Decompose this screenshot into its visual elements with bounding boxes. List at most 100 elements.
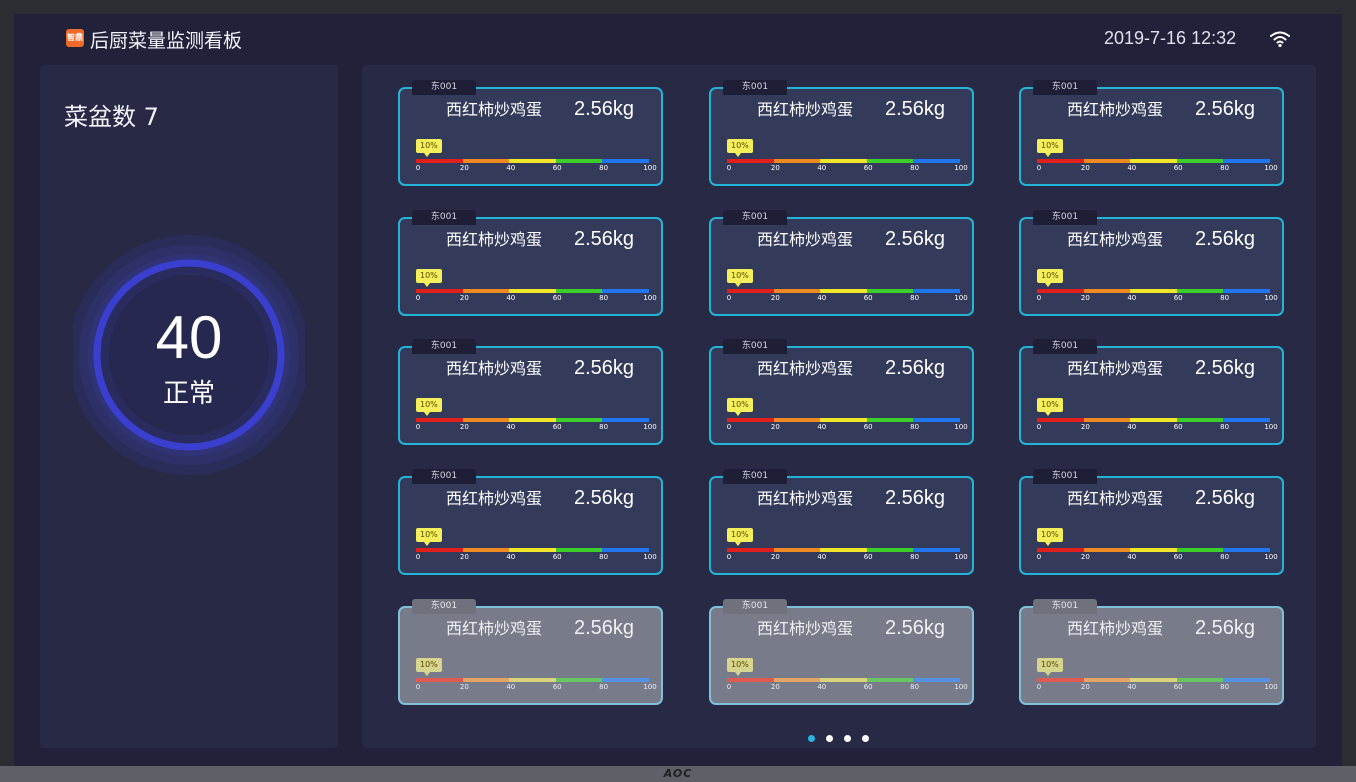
percent-marker: 10% (416, 528, 442, 546)
percent-marker: 10% (416, 269, 442, 287)
datetime: 2019-7-16 12:32 (1104, 28, 1237, 48)
percent-marker: 10% (1037, 139, 1063, 157)
dish-weight: 2.56kg (574, 228, 635, 250)
basin-card[interactable]: 东001 西红柿炒鸡蛋 2.56kg 10% 0 20 40 60 80 100 (709, 210, 974, 316)
pagination-dot[interactable] (808, 735, 815, 742)
basin-card[interactable]: 东001 西红柿炒鸡蛋 2.56kg 10% 0 20 40 60 80 100 (398, 210, 663, 316)
level-scale-bar (1037, 678, 1270, 682)
percent-marker: 10% (416, 139, 442, 157)
scale-tick-label: 80 (599, 553, 609, 561)
basin-card[interactable]: 东001 西红柿炒鸡蛋 2.56kg 10% 0 20 40 60 80 100 (709, 469, 974, 575)
dish-name: 西红柿炒鸡蛋 (446, 230, 543, 249)
dish-name: 西红柿炒鸡蛋 (1067, 489, 1164, 508)
scale-tick-label: 20 (459, 423, 469, 431)
scale-tick-label: 40 (817, 683, 827, 691)
scale-tick-label: 40 (817, 423, 827, 431)
basin-card[interactable]: 东001 西红柿炒鸡蛋 2.56kg 10% 0 20 40 60 80 100 (1019, 469, 1284, 575)
scale-tick-label: 20 (770, 294, 780, 302)
basin-tag: 东001 (412, 210, 476, 225)
scale-tick-label: 60 (863, 553, 873, 561)
basin-tag: 东001 (723, 599, 787, 614)
gauge-value: 40 (155, 304, 223, 371)
basin-card[interactable]: 东001 西红柿炒鸡蛋 2.56kg 10% 0 20 40 60 80 100 (398, 339, 663, 445)
level-scale-bar (727, 548, 960, 552)
basin-card[interactable]: 东001 西红柿炒鸡蛋 2.56kg 10% 0 20 40 60 80 100 (1019, 599, 1284, 705)
dish-weight: 2.56kg (1195, 228, 1256, 250)
basin-card[interactable]: 东001 西红柿炒鸡蛋 2.56kg 10% 0 20 40 60 80 100 (1019, 210, 1284, 316)
scale-tick-label: 60 (552, 683, 562, 691)
basin-tag: 东001 (1033, 339, 1097, 354)
dish-weight: 2.56kg (885, 98, 946, 120)
scale-tick-label: 100 (954, 683, 968, 691)
dish-weight: 2.56kg (1195, 357, 1256, 379)
basin-tag: 东001 (1033, 210, 1097, 225)
dish-weight: 2.56kg (885, 228, 946, 250)
basin-card[interactable]: 东001 西红柿炒鸡蛋 2.56kg 10% 0 20 40 60 80 100 (1019, 339, 1284, 445)
scale-tick-label: 100 (643, 164, 657, 172)
dish-name: 西红柿炒鸡蛋 (1067, 359, 1164, 378)
basin-card[interactable]: 东001 西红柿炒鸡蛋 2.56kg 10% 0 20 40 60 80 100 (398, 469, 663, 575)
basin-card[interactable]: 东001 西红柿炒鸡蛋 2.56kg 10% 0 20 40 60 80 100 (709, 80, 974, 186)
basin-tag: 东001 (412, 599, 476, 614)
dish-name: 西红柿炒鸡蛋 (446, 100, 543, 119)
basin-card[interactable]: 东001 西红柿炒鸡蛋 2.56kg 10% 0 20 40 60 80 100 (709, 599, 974, 705)
level-scale-bar (727, 289, 960, 293)
dish-weight: 2.56kg (885, 357, 946, 379)
scale-tick-label: 20 (459, 553, 469, 561)
scale-tick-label: 0 (1036, 683, 1042, 691)
percent-marker: 10% (727, 528, 753, 546)
summary-panel: 菜盆数 7 40 正常 (40, 65, 338, 748)
scale-tick-label: 80 (1220, 164, 1230, 172)
scale-tick-label: 0 (726, 683, 732, 691)
scale-tick-label: 60 (552, 294, 562, 302)
scale-tick-label: 80 (599, 164, 609, 172)
pagination-dot[interactable] (844, 735, 851, 742)
basin-tag: 东001 (723, 210, 787, 225)
scale-tick-label: 60 (552, 553, 562, 561)
scale-tick-label: 20 (1080, 164, 1090, 172)
dish-weight: 2.56kg (885, 487, 946, 509)
scale-tick-label: 60 (863, 683, 873, 691)
basin-tag: 东001 (723, 339, 787, 354)
level-scale-bar (416, 418, 649, 422)
basin-tag: 东001 (412, 339, 476, 354)
scale-tick-label: 80 (910, 683, 920, 691)
dish-weight: 2.56kg (1195, 617, 1256, 639)
dish-weight: 2.56kg (574, 487, 635, 509)
dish-name: 西红柿炒鸡蛋 (757, 100, 854, 119)
basin-card[interactable]: 东001 西红柿炒鸡蛋 2.56kg 10% 0 20 40 60 80 100 (1019, 80, 1284, 186)
scale-tick-label: 100 (954, 553, 968, 561)
scale-tick-label: 40 (1127, 294, 1137, 302)
top-bar: 智鼎 后厨菜量监测看板 2019-7-16 12:32 (14, 14, 1342, 62)
scale-tick-label: 100 (1264, 423, 1278, 431)
percent-marker: 10% (416, 658, 442, 676)
basin-card[interactable]: 东001 西红柿炒鸡蛋 2.56kg 10% 0 20 40 60 80 100 (398, 80, 663, 186)
dish-weight: 2.56kg (574, 357, 635, 379)
scale-tick-label: 80 (910, 423, 920, 431)
percent-marker: 10% (1037, 269, 1063, 287)
scale-tick-label: 40 (506, 553, 516, 561)
scale-tick-label: 0 (415, 164, 421, 172)
scale-tick-label: 40 (817, 164, 827, 172)
scale-tick-label: 0 (726, 164, 732, 172)
scale-tick-label: 60 (552, 423, 562, 431)
app-logo-icon: 智鼎 (66, 29, 84, 47)
scale-tick-label: 80 (1220, 553, 1230, 561)
basin-count: 菜盆数 7 (64, 103, 159, 131)
pagination-dot[interactable] (862, 735, 869, 742)
scale-tick-label: 80 (910, 294, 920, 302)
basin-tag: 东001 (1033, 469, 1097, 484)
scale-tick-label: 60 (863, 294, 873, 302)
level-scale-bar (727, 159, 960, 163)
scale-tick-label: 0 (415, 553, 421, 561)
basin-tag: 东001 (1033, 599, 1097, 614)
scale-tick-label: 20 (770, 683, 780, 691)
basin-card[interactable]: 东001 西红柿炒鸡蛋 2.56kg 10% 0 20 40 60 80 100 (398, 599, 663, 705)
basin-tag: 东001 (412, 80, 476, 95)
scale-tick-label: 40 (506, 294, 516, 302)
scale-tick-label: 0 (1036, 423, 1042, 431)
pagination-dot[interactable] (826, 735, 833, 742)
scale-tick-label: 40 (817, 553, 827, 561)
basin-card[interactable]: 东001 西红柿炒鸡蛋 2.56kg 10% 0 20 40 60 80 100 (709, 339, 974, 445)
scale-tick-label: 80 (910, 164, 920, 172)
